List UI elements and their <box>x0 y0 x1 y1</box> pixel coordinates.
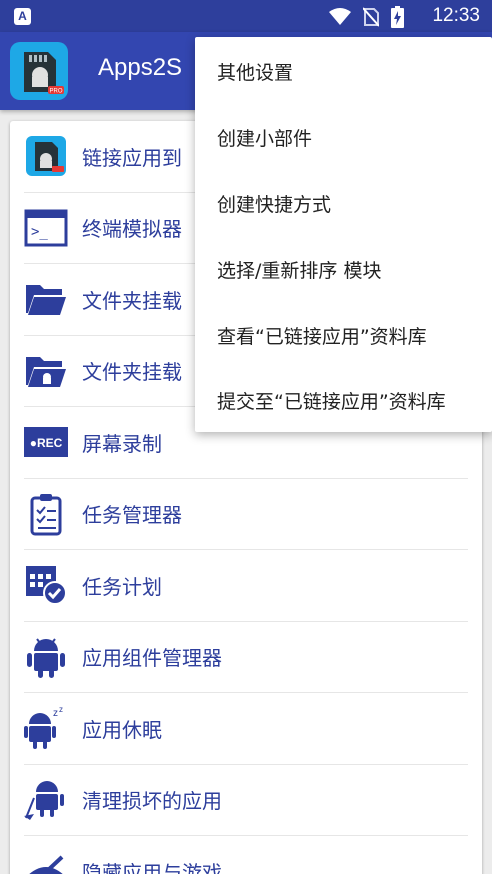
list-item-label: 链接应用到 <box>82 145 182 170</box>
overflow-menu: 其他设置 创建小部件 创建快捷方式 选择/重新排序 模块 查看“已链接应用”资料… <box>195 37 492 432</box>
list-item-label: 应用组件管理器 <box>82 646 222 671</box>
record-icon: ●REC <box>24 420 68 464</box>
app-notification-icon: A <box>14 8 31 25</box>
svg-text:z: z <box>59 706 63 714</box>
app-title: Apps2S <box>98 54 183 81</box>
app-logo-icon: PRO <box>10 42 68 100</box>
hide-icon <box>24 849 68 874</box>
list-item-label: 清理损坏的应用 <box>82 789 222 814</box>
wifi-icon <box>329 8 351 25</box>
list-item-component-manager[interactable]: 应用组件管理器 <box>24 622 468 693</box>
battery-charging-icon <box>391 6 404 28</box>
svg-text:>_: >_ <box>31 224 48 240</box>
status-time: 12:33 <box>432 5 480 26</box>
android-broom-icon <box>24 778 68 822</box>
list-item-label: 任务管理器 <box>82 503 182 528</box>
list-item-label: 隐藏应用与游戏 <box>82 860 222 874</box>
menu-item-submit-linked-apps-db[interactable]: 提交至“已链接应用”资料库 <box>195 387 492 414</box>
list-item-task-schedule[interactable]: 任务计划 <box>24 550 468 622</box>
menu-item-view-linked-apps-db[interactable]: 查看“已链接应用”资料库 <box>195 322 492 349</box>
status-icons <box>329 6 404 28</box>
android-sleep-icon: zz <box>24 706 68 750</box>
list-item-clean-broken-apps[interactable]: 清理损坏的应用 <box>24 765 468 836</box>
menu-item-create-widget[interactable]: 创建小部件 <box>195 124 492 151</box>
folder-android-icon <box>24 349 68 393</box>
list-item-label: 应用休眠 <box>82 717 162 742</box>
svg-text:PRO: PRO <box>49 89 62 95</box>
no-sim-icon <box>363 7 379 27</box>
list-item-label: 终端模拟器 <box>82 217 182 242</box>
menu-item-create-shortcut[interactable]: 创建快捷方式 <box>195 190 492 217</box>
android-icon <box>24 635 68 679</box>
svg-text:z: z <box>53 708 58 719</box>
status-bar: A 12:33 <box>0 0 492 32</box>
list-item-label: 屏幕录制 <box>82 431 162 456</box>
menu-item-select-reorder-modules[interactable]: 选择/重新排序 模块 <box>195 256 492 283</box>
list-item-app-sleep[interactable]: zz 应用休眠 <box>24 693 468 765</box>
list-item-hide-apps[interactable]: 隐藏应用与游戏 <box>24 836 468 874</box>
list-item-label: 文件夹挂载 <box>82 360 182 385</box>
folder-open-icon <box>24 277 68 321</box>
terminal-icon: >_ <box>24 206 68 250</box>
clipboard-checklist-icon <box>24 492 68 536</box>
list-item-task-manager[interactable]: 任务管理器 <box>24 479 468 550</box>
list-item-label: 文件夹挂载 <box>82 288 182 313</box>
calendar-check-icon <box>24 563 68 607</box>
sd-card-android-icon <box>24 134 68 178</box>
menu-item-other-settings[interactable]: 其他设置 <box>195 58 492 85</box>
list-item-label: 任务计划 <box>82 574 162 599</box>
svg-text:●REC: ●REC <box>30 436 63 450</box>
